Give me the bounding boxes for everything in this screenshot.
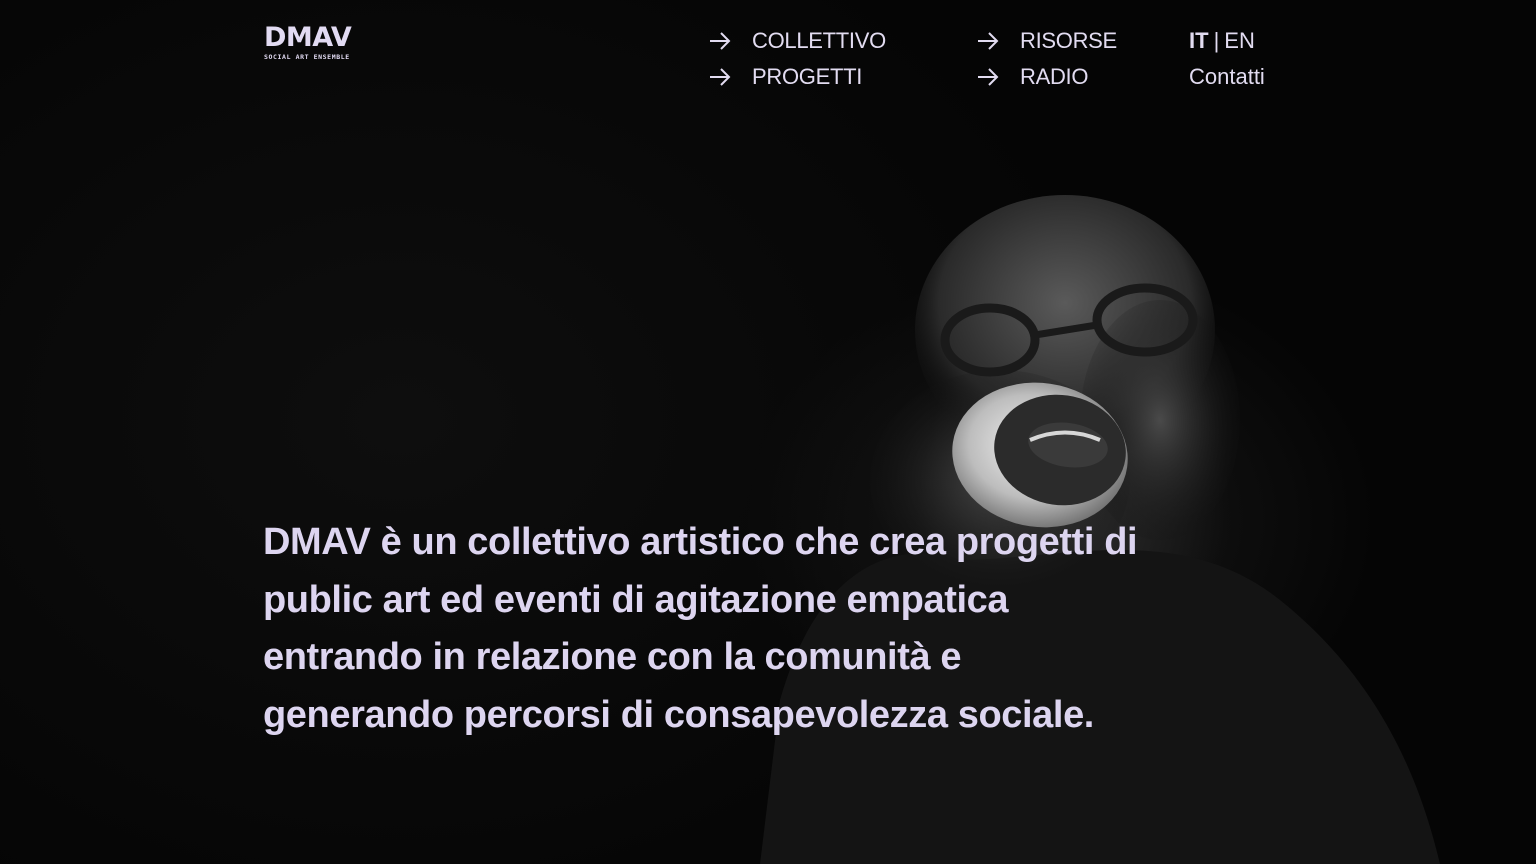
nav-item-radio[interactable]: RADIO (976, 62, 1088, 92)
nav-item-progetti[interactable]: PROGETTI (708, 62, 862, 92)
lang-it-link[interactable]: IT (1189, 28, 1209, 54)
logo-tagline: SOCIAL ART ENSEMBLE (264, 53, 350, 61)
logo-wordmark: DMAV (264, 22, 352, 53)
nav-label: COLLETTIVO (752, 28, 886, 53)
arrow-right-icon (710, 68, 731, 86)
language-switcher: IT | EN (1189, 26, 1255, 56)
contact-link[interactable]: Contatti (1189, 62, 1265, 92)
lang-separator: | (1213, 28, 1220, 53)
nav-label: RADIO (1020, 64, 1089, 89)
arrow-right-icon (710, 32, 731, 50)
arrow-right-icon (978, 68, 999, 86)
nav-item-risorse[interactable]: RISORSE (976, 26, 1117, 56)
nav-label: RISORSE (1020, 28, 1117, 53)
lang-en-link[interactable]: EN (1224, 28, 1255, 54)
logo[interactable]: DMAV SOCIAL ART ENSEMBLE (264, 24, 364, 64)
nav-label: PROGETTI (752, 64, 863, 89)
arrow-right-icon (978, 32, 999, 50)
hero-statement: DMAV è un collettivo artistico che crea … (263, 521, 1138, 736)
nav-item-collettivo[interactable]: COLLETTIVO (708, 26, 886, 56)
